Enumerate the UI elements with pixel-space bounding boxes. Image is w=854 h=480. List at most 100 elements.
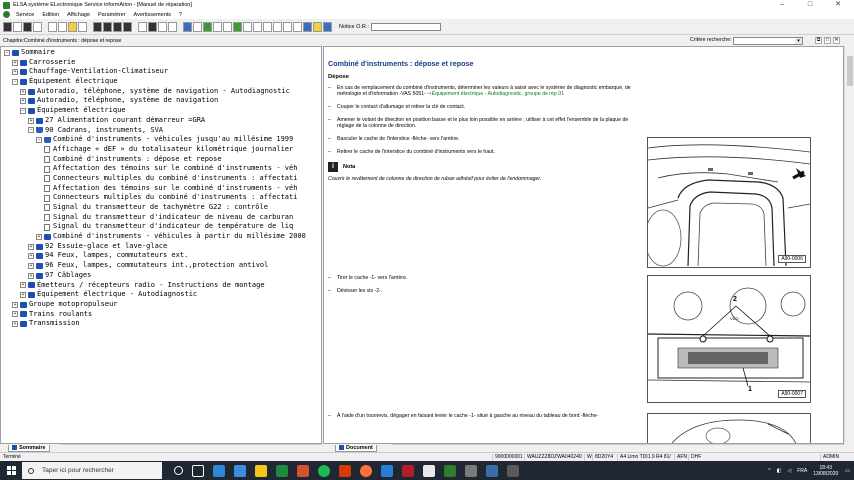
expand-icon[interactable]: + — [12, 321, 18, 328]
globe-icon[interactable] — [323, 21, 332, 32]
office-icon[interactable] — [339, 464, 351, 477]
print-icon[interactable] — [33, 21, 42, 32]
menu-service[interactable]: Service — [12, 12, 38, 18]
tree-item[interactable]: − Équipement électrique — [1, 77, 321, 87]
tree-item[interactable]: + Équipement électrique - Autodiagnostic — [1, 290, 321, 300]
maintenance-icon[interactable] — [213, 21, 222, 32]
expand-icon[interactable]: + — [20, 282, 26, 289]
expand-icon[interactable]: + — [28, 243, 34, 250]
contents-tree-pane[interactable]: − Sommaire + Carrosserie + Chauffage-Ventilat… — [0, 46, 322, 444]
expand-icon[interactable]: + — [36, 233, 42, 240]
tree-item[interactable]: Signal du transmetteur d'indicateur de t… — [1, 222, 321, 232]
notes-icon[interactable] — [313, 21, 322, 32]
expand-icon[interactable]: + — [28, 272, 34, 279]
expand-icon[interactable]: + — [28, 117, 34, 124]
tree-item[interactable]: + Autoradio, téléphone, système de naviga… — [1, 96, 321, 106]
menu-affichage[interactable]: Affichage — [63, 12, 94, 18]
camera-icon[interactable] — [293, 21, 302, 32]
tree-item[interactable]: Affichage « dEF » du totalisateur kilomé… — [1, 145, 321, 155]
save-icon[interactable] — [23, 21, 32, 32]
bookmark-icon[interactable] — [68, 21, 77, 32]
parts-icon[interactable] — [253, 21, 262, 32]
collapse-icon[interactable]: − — [28, 127, 34, 134]
expand-icon[interactable]: + — [28, 262, 34, 269]
workshop-manual-icon[interactable] — [183, 21, 192, 32]
word-icon[interactable] — [381, 464, 393, 477]
tree-item[interactable]: Signal du transmetteur de tachymètre G22… — [1, 203, 321, 213]
tree-item[interactable]: +94 Feux, lampes, commutateurs ext. — [1, 251, 321, 261]
tree-item[interactable]: Connecteurs multiples du combiné d'instr… — [1, 174, 321, 184]
volume-icon[interactable]: ◁ — [787, 468, 791, 474]
tab-document[interactable]: Document — [335, 445, 377, 452]
tree-item[interactable]: + Autoradio, téléphone, système de naviga… — [1, 87, 321, 97]
minimize-button[interactable]: – — [768, 0, 796, 10]
maximize-button[interactable]: □ — [796, 0, 824, 10]
prev-page-icon[interactable] — [103, 21, 112, 32]
settings-icon[interactable] — [486, 464, 498, 477]
wiring-diagram-icon[interactable] — [193, 21, 202, 32]
tree-item[interactable]: − Équipement électrique — [1, 106, 321, 116]
warning-icon[interactable] — [78, 21, 87, 32]
tree-item[interactable]: − Sommaire — [1, 48, 321, 58]
language-indicator[interactable]: FRA — [797, 468, 807, 474]
elsa-app-icon[interactable] — [444, 464, 456, 477]
tree-item[interactable]: + Carrosserie — [1, 58, 321, 68]
menu-edition[interactable]: Edition — [38, 12, 63, 18]
tree-item[interactable]: +96 Feux, lampes, commutateurs int.,prot… — [1, 261, 321, 271]
labour-icon[interactable] — [273, 21, 282, 32]
close-button[interactable]: ✕ — [824, 0, 852, 10]
zoom-icon[interactable] — [168, 21, 177, 32]
edge-icon[interactable] — [213, 464, 225, 477]
tree-item[interactable]: + Groupe motopropulseur — [1, 300, 321, 310]
notifications-icon[interactable]: ▭ — [845, 468, 850, 474]
tools-icon[interactable] — [243, 21, 252, 32]
explorer-icon[interactable] — [255, 464, 267, 477]
expand-icon[interactable]: + — [20, 88, 26, 95]
filter-icon[interactable] — [158, 21, 167, 32]
tree-item[interactable]: +27 Alimentation courant démarreur =GRA — [1, 116, 321, 126]
firefox-icon[interactable] — [360, 464, 372, 477]
collapse-icon[interactable]: − — [4, 49, 10, 56]
cortana-icon[interactable] — [174, 466, 183, 475]
car-icon[interactable] — [233, 21, 242, 32]
paint-icon[interactable] — [423, 464, 435, 477]
tree-item[interactable]: Combiné d'instruments : dépose et repose — [1, 155, 321, 165]
maximize-doc-button[interactable]: □ — [824, 37, 831, 44]
tab-sommaire[interactable]: Sommaire — [8, 445, 50, 452]
task-view-icon[interactable] — [192, 464, 204, 477]
acrobat-icon[interactable] — [402, 464, 414, 477]
info-icon[interactable] — [303, 21, 312, 32]
close-doc-button[interactable]: ✕ — [833, 37, 840, 44]
store-icon[interactable] — [234, 464, 246, 477]
spotify-icon[interactable] — [318, 464, 330, 477]
tree-hscrollbar[interactable] — [60, 444, 322, 452]
tree-item[interactable]: +97 Câblages — [1, 271, 321, 281]
doc-hscrollbar[interactable] — [392, 444, 844, 452]
fault-guide-icon[interactable] — [223, 21, 232, 32]
document-pane[interactable]: Combiné d'instruments : dépose et repose… — [323, 46, 844, 444]
tree-item[interactable]: +92 Essuie-glace et lave-glace — [1, 242, 321, 252]
excel-icon[interactable] — [276, 464, 288, 477]
app-icon[interactable] — [465, 464, 477, 477]
tree-item[interactable]: Affectation des témoins sur le combiné d… — [1, 164, 321, 174]
tree-item[interactable]: Affectation des témoins sur le combiné d… — [1, 184, 321, 194]
search-icon[interactable] — [138, 21, 147, 32]
menu-help[interactable]: ? — [175, 12, 186, 18]
tree-item[interactable]: + Combiné d'instruments - véhicules à par… — [1, 232, 321, 242]
tree-item[interactable]: + Trains roulants — [1, 310, 321, 320]
body-repair-icon[interactable] — [203, 21, 212, 32]
powerpoint-icon[interactable] — [297, 464, 309, 477]
menu-avertissements[interactable]: Avertissements — [130, 12, 176, 18]
notice-input[interactable] — [370, 22, 441, 31]
scrollbar-thumb[interactable] — [847, 56, 853, 86]
open-icon[interactable] — [13, 21, 22, 32]
next-page-icon[interactable] — [113, 21, 122, 32]
expand-icon[interactable]: + — [12, 69, 18, 76]
warranty-icon[interactable] — [283, 21, 292, 32]
chevron-down-icon[interactable]: ▾ — [795, 38, 802, 44]
new-order-icon[interactable] — [3, 21, 12, 32]
collapse-icon[interactable]: − — [36, 137, 42, 144]
collapse-icon[interactable]: − — [12, 78, 18, 85]
clock[interactable]: 18:43 13/08/2020 — [813, 465, 838, 477]
back-icon[interactable] — [48, 21, 57, 32]
